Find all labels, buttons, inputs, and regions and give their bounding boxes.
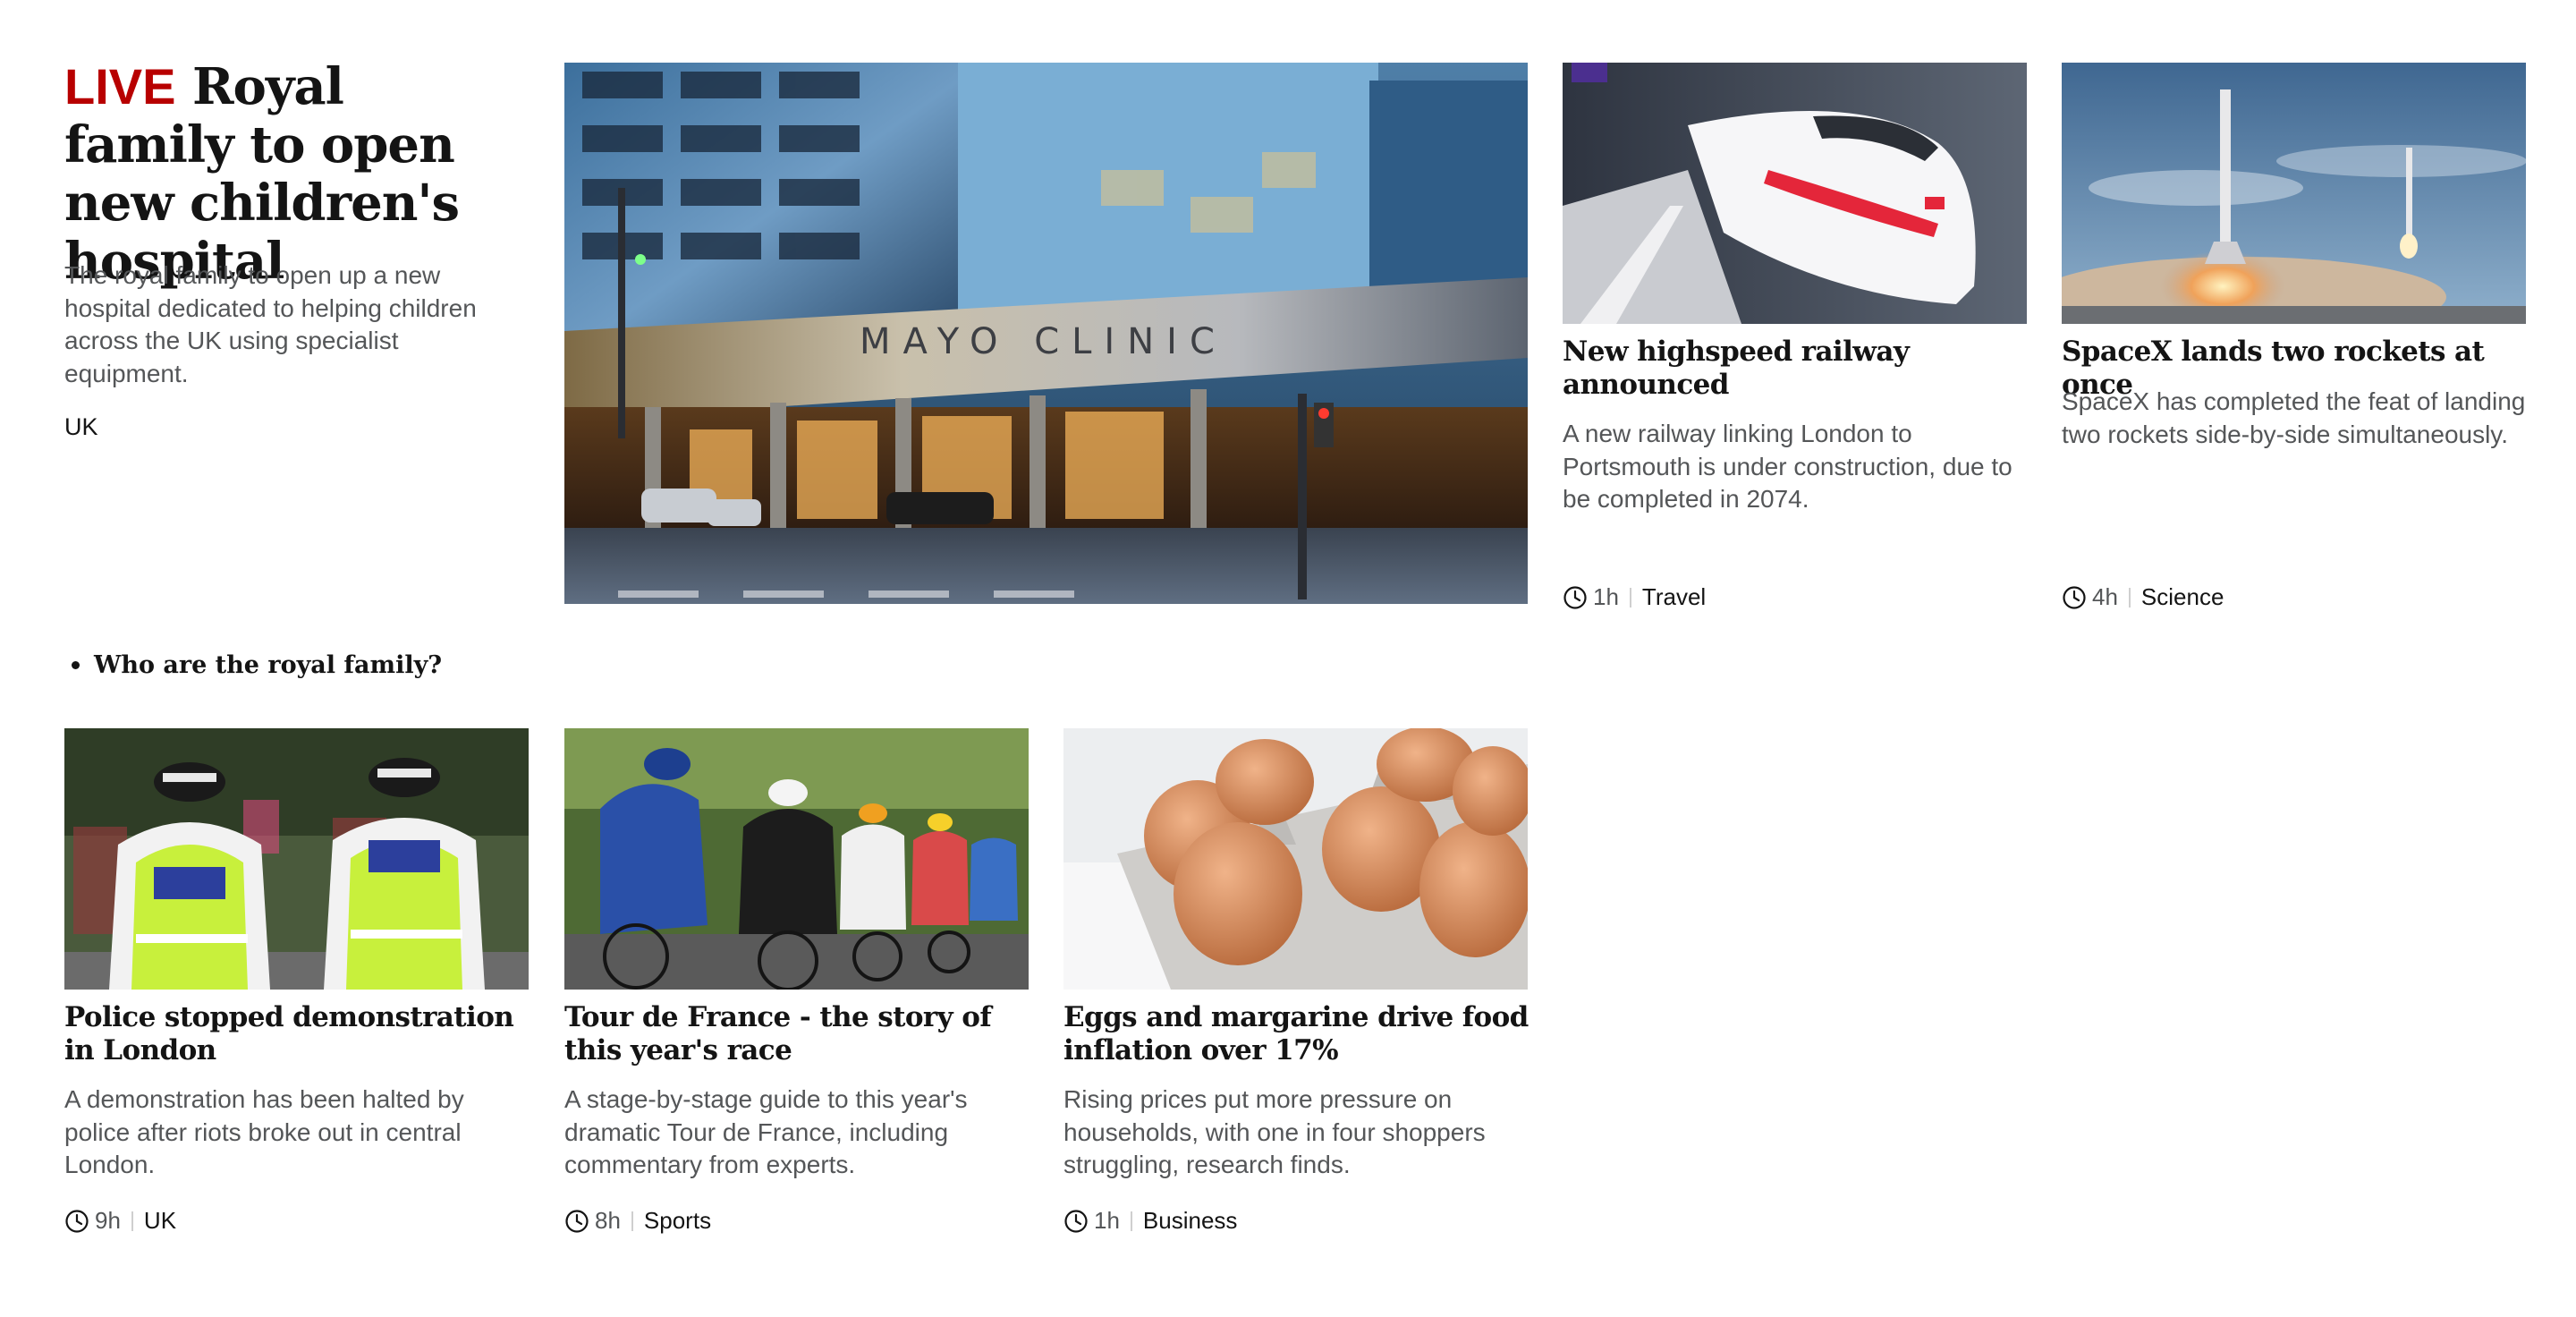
mayo-clinic-building-photo: MAYO CLINIC bbox=[564, 63, 1528, 604]
card-meta: 1h Travel bbox=[1563, 583, 1706, 611]
meta-divider bbox=[1629, 587, 1631, 608]
card-category[interactable]: Travel bbox=[1642, 583, 1706, 611]
meta-divider bbox=[2128, 587, 2131, 608]
card-meta: 4h Science bbox=[2062, 583, 2224, 611]
card-summary: A demonstration has been halted by polic… bbox=[64, 1085, 464, 1178]
live-label: LIVE bbox=[64, 58, 176, 115]
meta-divider bbox=[631, 1211, 633, 1231]
card-meta: 8h Sports bbox=[564, 1207, 711, 1235]
clock-icon bbox=[2063, 585, 2086, 609]
card-category[interactable]: Science bbox=[2141, 583, 2224, 611]
card-summary: Rising prices put more pressure on house… bbox=[1063, 1085, 1486, 1178]
card-time: 8h bbox=[595, 1207, 621, 1234]
related-link[interactable]: Who are the royal family? bbox=[72, 651, 442, 679]
card-category[interactable]: UK bbox=[144, 1207, 176, 1235]
card-time: 1h bbox=[1593, 583, 1619, 610]
card-image[interactable] bbox=[1563, 63, 2027, 324]
police-officers-photo bbox=[64, 728, 529, 990]
lead-summary: The royal family to open up a new hospit… bbox=[64, 261, 477, 387]
card-meta: 9h UK bbox=[64, 1207, 176, 1235]
news-page: LIVE Royal family to open new children's… bbox=[0, 0, 2576, 1317]
card-time: 1h bbox=[1094, 1207, 1120, 1234]
card-category[interactable]: Business bbox=[1143, 1207, 1238, 1235]
meta-divider bbox=[131, 1211, 133, 1231]
rocket-landing-photo bbox=[2062, 63, 2526, 324]
card-summary: SpaceX has completed the feat of landing… bbox=[2062, 387, 2526, 448]
eggs-carton-photo bbox=[1063, 728, 1528, 990]
lead-image[interactable]: MAYO CLINIC bbox=[564, 63, 1528, 604]
clock-icon bbox=[65, 1209, 89, 1233]
clock-icon bbox=[1563, 585, 1587, 609]
card-headline[interactable]: Eggs and margarine drive food inflation … bbox=[1063, 1001, 1529, 1067]
card-headline[interactable]: Tour de France - the story of this year'… bbox=[564, 1001, 1030, 1067]
lead-tag[interactable]: UK bbox=[64, 413, 98, 441]
card-summary: A new railway linking London to Portsmou… bbox=[1563, 420, 2012, 513]
highspeed-train-photo bbox=[1563, 63, 2027, 324]
bullet bbox=[72, 661, 80, 669]
card-image[interactable] bbox=[64, 728, 529, 990]
related-links: Who are the royal family? bbox=[72, 651, 442, 679]
card-image[interactable] bbox=[2062, 63, 2526, 324]
card-headline[interactable]: Police stopped demonstration in London bbox=[64, 1001, 530, 1067]
card-summary: A stage-by-stage guide to this year's dr… bbox=[564, 1085, 968, 1178]
cyclists-peloton-photo bbox=[564, 728, 1029, 990]
card-headline[interactable]: New highspeed railway announced bbox=[1563, 336, 2028, 402]
card-category[interactable]: Sports bbox=[644, 1207, 711, 1235]
lead-image-signage: MAYO CLINIC bbox=[860, 321, 1227, 362]
clock-icon bbox=[1064, 1209, 1088, 1233]
lead-headline[interactable]: LIVE Royal family to open new children's… bbox=[64, 57, 512, 291]
card-image[interactable] bbox=[564, 728, 1029, 990]
related-link-label[interactable]: Who are the royal family? bbox=[94, 651, 442, 679]
card-image[interactable] bbox=[1063, 728, 1528, 990]
clock-icon bbox=[565, 1209, 589, 1233]
card-time: 9h bbox=[95, 1207, 121, 1234]
meta-divider bbox=[1130, 1211, 1132, 1231]
card-meta: 1h Business bbox=[1063, 1207, 1237, 1235]
card-time: 4h bbox=[2092, 583, 2118, 610]
